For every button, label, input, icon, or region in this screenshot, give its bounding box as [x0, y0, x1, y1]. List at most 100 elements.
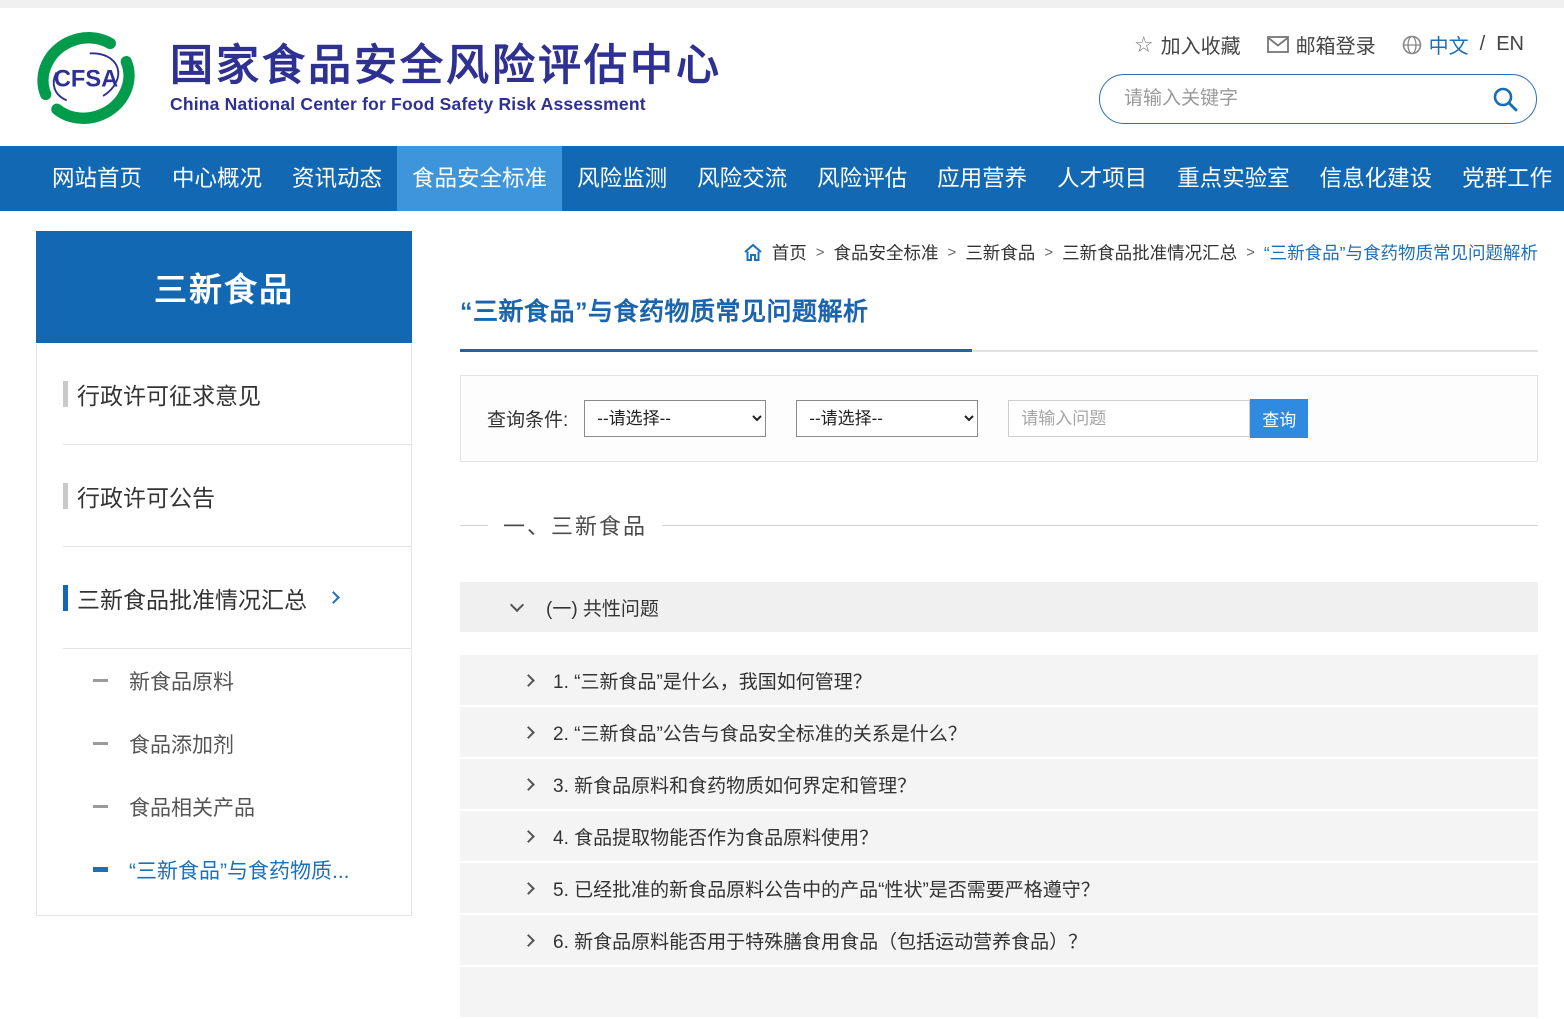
question-row-5[interactable]: 5. 已经批准的新食品原料公告中的产品“性状”是否需要严格遵守？	[460, 863, 1538, 913]
dash-icon	[93, 742, 108, 745]
sidebar-item-label: 行政许可公告	[77, 479, 215, 513]
org-name-en: China National Center for Food Safety Ri…	[170, 94, 722, 115]
search-input[interactable]	[1124, 88, 1492, 110]
nav-item-risk-communication[interactable]: 风险交流	[682, 146, 802, 211]
accordion-common-questions[interactable]: (一) 共性问题	[460, 582, 1538, 632]
section-line-right	[662, 525, 1538, 526]
nav-item-home[interactable]: 网站首页	[37, 146, 157, 211]
envelope-icon	[1267, 36, 1289, 53]
query-question-input[interactable]	[1008, 400, 1250, 437]
brand-block: 国家食品安全风险评估中心 China National Center for F…	[170, 41, 722, 115]
lang-en-link[interactable]: EN	[1496, 33, 1524, 56]
mail-login-label: 邮箱登录	[1296, 30, 1376, 59]
main-content: “三新食品”与食药物质常见问题解析 查询条件: --请选择-- --请选择-- …	[460, 292, 1538, 1019]
dash-icon	[93, 679, 108, 682]
nav-item-risk-monitoring[interactable]: 风险监测	[562, 146, 682, 211]
breadcrumb-approval-summary[interactable]: 三新食品批准情况汇总	[1062, 240, 1237, 265]
section-heading: 一、三新食品	[460, 509, 1538, 541]
section-title: 一、三新食品	[503, 509, 647, 541]
sidebar-item-license-comments[interactable]: 行政许可征求意见	[37, 343, 411, 444]
sidebar-title: 三新食品	[36, 231, 412, 343]
question-text: 6. 新食品原料能否用于特殊膳食用食品（包括运动营养食品）？	[553, 927, 1087, 954]
chevron-right-icon	[522, 674, 535, 687]
nav-item-applied-nutrition[interactable]: 应用营养	[922, 146, 1042, 211]
add-favorite-label: 加入收藏	[1161, 30, 1241, 59]
question-text: 5. 已经批准的新食品原料公告中的产品“性状”是否需要严格遵守？	[553, 875, 1100, 902]
sidebar-subitem-label: “三新食品”与食药物质...	[129, 855, 350, 885]
nav-item-party-work[interactable]: 党群工作	[1447, 146, 1564, 211]
query-select-subcategory[interactable]: --请选择--	[796, 400, 978, 437]
main-nav: 网站首页 中心概况 资讯动态 食品安全标准 风险监测 风险交流 风险评估 应用营…	[0, 146, 1564, 211]
top-strip	[0, 0, 1564, 8]
query-panel: 查询条件: --请选择-- --请选择-- 查询	[460, 375, 1538, 462]
question-row-1[interactable]: 1. “三新食品”是什么，我国如何管理？	[460, 655, 1538, 705]
title-rule	[460, 349, 1538, 352]
question-row-2[interactable]: 2. “三新食品”公告与食品安全标准的关系是什么？	[460, 707, 1538, 757]
lang-divider: /	[1480, 33, 1486, 56]
question-row-3[interactable]: 3. 新食品原料和食药物质如何界定和管理？	[460, 759, 1538, 809]
query-submit-button[interactable]: 查询	[1250, 399, 1308, 438]
nav-item-informatization[interactable]: 信息化建设	[1305, 146, 1448, 211]
globe-icon	[1402, 35, 1422, 55]
question-list: 1. “三新食品”是什么，我国如何管理？ 2. “三新食品”公告与食品安全标准的…	[460, 655, 1538, 1017]
breadcrumb-separator: >	[948, 244, 957, 261]
chevron-right-icon	[522, 882, 535, 895]
chevron-down-icon	[510, 598, 524, 612]
title-rule-blue	[460, 349, 972, 352]
section-line-left	[460, 525, 488, 526]
dash-icon	[93, 867, 108, 872]
chevron-right-icon	[522, 726, 535, 739]
search-icon[interactable]	[1492, 86, 1518, 112]
language-switcher: 中文 / EN	[1402, 30, 1524, 59]
chevron-right-icon	[522, 778, 535, 791]
accordion-header-label: (一) 共性问题	[546, 594, 659, 621]
question-text: 4. 食品提取物能否作为食品原料使用？	[553, 823, 878, 850]
nav-item-talent-program[interactable]: 人才项目	[1042, 146, 1162, 211]
breadcrumb-food-safety-standards[interactable]: 食品安全标准	[834, 240, 939, 265]
star-icon: ☆	[1134, 35, 1154, 55]
sidebar: 三新食品 行政许可征求意见 行政许可公告 三新食品批准情况汇总 新食品原料 食品…	[36, 231, 412, 916]
breadcrumb-current-page: “三新食品”与食药物质常见问题解析	[1264, 240, 1538, 265]
question-text: 2. “三新食品”公告与食品安全标准的关系是什么？	[553, 719, 967, 746]
question-row-partial[interactable]	[460, 967, 1538, 1017]
sidebar-subitem-label: 新食品原料	[129, 666, 234, 696]
lang-zh-link[interactable]: 中文	[1429, 30, 1469, 59]
breadcrumb-separator: >	[1044, 244, 1053, 261]
nav-item-food-safety-standards[interactable]: 食品安全标准	[397, 146, 562, 211]
sidebar-subitem-food-additives[interactable]: 食品添加剂	[37, 712, 411, 775]
dash-icon	[93, 805, 108, 808]
query-select-category[interactable]: --请选择--	[584, 400, 766, 437]
logo-link[interactable]: CFSA 国家食品安全风险评估中心 China National Center …	[34, 30, 722, 126]
mail-login-link[interactable]: 邮箱登录	[1267, 30, 1376, 59]
sidebar-item-label: 三新食品批准情况汇总	[77, 581, 307, 615]
sidebar-item-approval-summary[interactable]: 三新食品批准情况汇总	[37, 547, 411, 648]
sidebar-subitem-food-related-products[interactable]: 食品相关产品	[37, 775, 411, 838]
chevron-right-icon	[522, 830, 535, 843]
sidebar-body: 行政许可征求意见 行政许可公告 三新食品批准情况汇总 新食品原料 食品添加剂 食…	[36, 343, 412, 916]
site-header: CFSA 国家食品安全风险评估中心 China National Center …	[0, 8, 1564, 146]
item-marker	[63, 585, 68, 611]
question-row-4[interactable]: 4. 食品提取物能否作为食品原料使用？	[460, 811, 1538, 861]
home-icon	[743, 243, 763, 262]
sidebar-subitem-faq-current[interactable]: “三新食品”与食药物质...	[37, 838, 411, 901]
breadcrumb-separator: >	[816, 244, 825, 261]
breadcrumb: 首页 > 食品安全标准 > 三新食品 > 三新食品批准情况汇总 > “三新食品”…	[743, 240, 1538, 265]
topbar-links: ☆ 加入收藏 邮箱登录 中文 / EN	[1134, 30, 1524, 59]
nav-item-key-laboratory[interactable]: 重点实验室	[1162, 146, 1305, 211]
question-row-6[interactable]: 6. 新食品原料能否用于特殊膳食用食品（包括运动营养食品）？	[460, 915, 1538, 965]
nav-item-overview[interactable]: 中心概况	[157, 146, 277, 211]
nav-item-news[interactable]: 资讯动态	[277, 146, 397, 211]
sidebar-subitem-new-food-ingredients[interactable]: 新食品原料	[37, 649, 411, 712]
org-name-zh: 国家食品安全风险评估中心	[170, 41, 722, 91]
nav-item-risk-assessment[interactable]: 风险评估	[802, 146, 922, 211]
item-marker	[63, 381, 68, 407]
add-favorite-link[interactable]: ☆ 加入收藏	[1134, 30, 1241, 59]
sidebar-item-license-announcements[interactable]: 行政许可公告	[37, 445, 411, 546]
breadcrumb-three-new-foods[interactable]: 三新食品	[965, 240, 1035, 265]
cfsa-logo-icon: CFSA	[34, 30, 138, 126]
question-text: 1. “三新食品”是什么，我国如何管理？	[553, 667, 872, 694]
sidebar-subitem-label: 食品添加剂	[129, 729, 234, 759]
chevron-right-icon	[327, 591, 340, 604]
site-search	[1099, 74, 1537, 124]
breadcrumb-home[interactable]: 首页	[772, 240, 807, 265]
